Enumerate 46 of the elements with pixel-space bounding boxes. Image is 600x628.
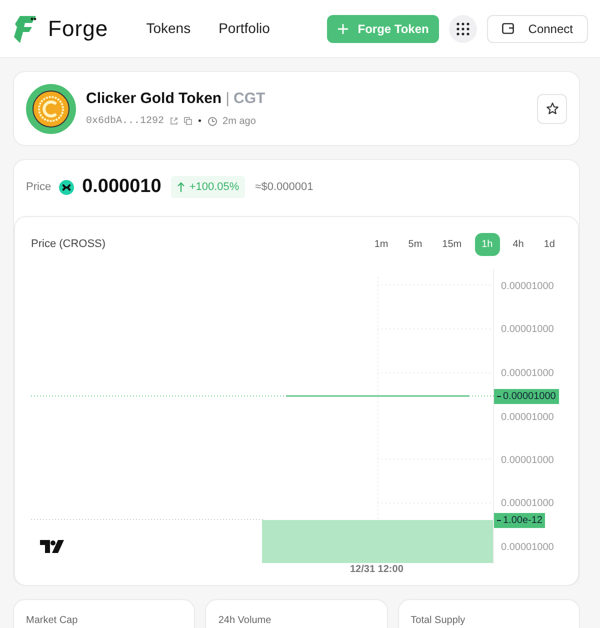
tick-mark (497, 396, 501, 397)
token-symbol: CGT (234, 89, 266, 110)
apps-button[interactable] (449, 14, 478, 42)
stat-label: Total Supply (410, 615, 466, 626)
up-arrow-icon (177, 182, 186, 192)
axis-label: 0.00001000 (501, 280, 554, 294)
axis-label: 0.00001000 (501, 454, 554, 468)
timeframe-tab[interactable]: 1d (536, 232, 562, 256)
axis-label: 0.00001000 (501, 411, 554, 425)
timeframe-tab[interactable]: 4h (506, 232, 531, 256)
wallet-icon (502, 23, 514, 34)
plus-icon (338, 24, 348, 34)
stat-label: 24h Volume (218, 615, 272, 626)
chart-title: Price (CROSS) (31, 236, 106, 252)
separator: | (226, 89, 230, 110)
stat-label: Market Cap (26, 615, 78, 626)
bullet: • (198, 114, 202, 129)
axis-label: 0.00001000 (501, 541, 554, 555)
price-value: 0.000010 (82, 174, 162, 199)
grid-icon (456, 22, 470, 36)
timeframe-tab[interactable]: 1m (367, 232, 396, 256)
axis-label: 0.00001000 (501, 367, 554, 381)
token-avatar (26, 84, 76, 134)
token-age: 2m ago (222, 114, 256, 129)
clock-icon (208, 116, 217, 126)
tick-mark (497, 520, 501, 521)
usd-price: ≈$0.000001 (255, 180, 314, 195)
connect-button[interactable]: Connect (487, 14, 588, 42)
time-label: 12/31 12:00 (350, 563, 404, 577)
nav-link[interactable]: Portfolio (218, 18, 270, 39)
star-icon (546, 102, 558, 115)
price-tag: 0.00001000 (494, 389, 559, 404)
coin-icon (59, 180, 74, 194)
timeframe-tab[interactable]: 5m (401, 232, 430, 256)
axis-label: 0.00001000 (501, 497, 554, 511)
volume-tag: 1.00e-12 (494, 513, 546, 528)
price-change: +100.05% (171, 176, 246, 198)
axis-label: 0.00001000 (501, 323, 554, 337)
token-name: Clicker Gold Token (86, 89, 222, 110)
logo-text: Forge (48, 15, 108, 43)
favorite-button[interactable] (537, 94, 567, 124)
nav-link[interactable]: Tokens (146, 18, 191, 39)
tradingview-logo (40, 540, 64, 553)
contract-address: 0x6dbA...1292 (86, 114, 164, 129)
timeframe-tab[interactable]: 15m (435, 232, 469, 256)
price-label: Price (26, 180, 52, 195)
